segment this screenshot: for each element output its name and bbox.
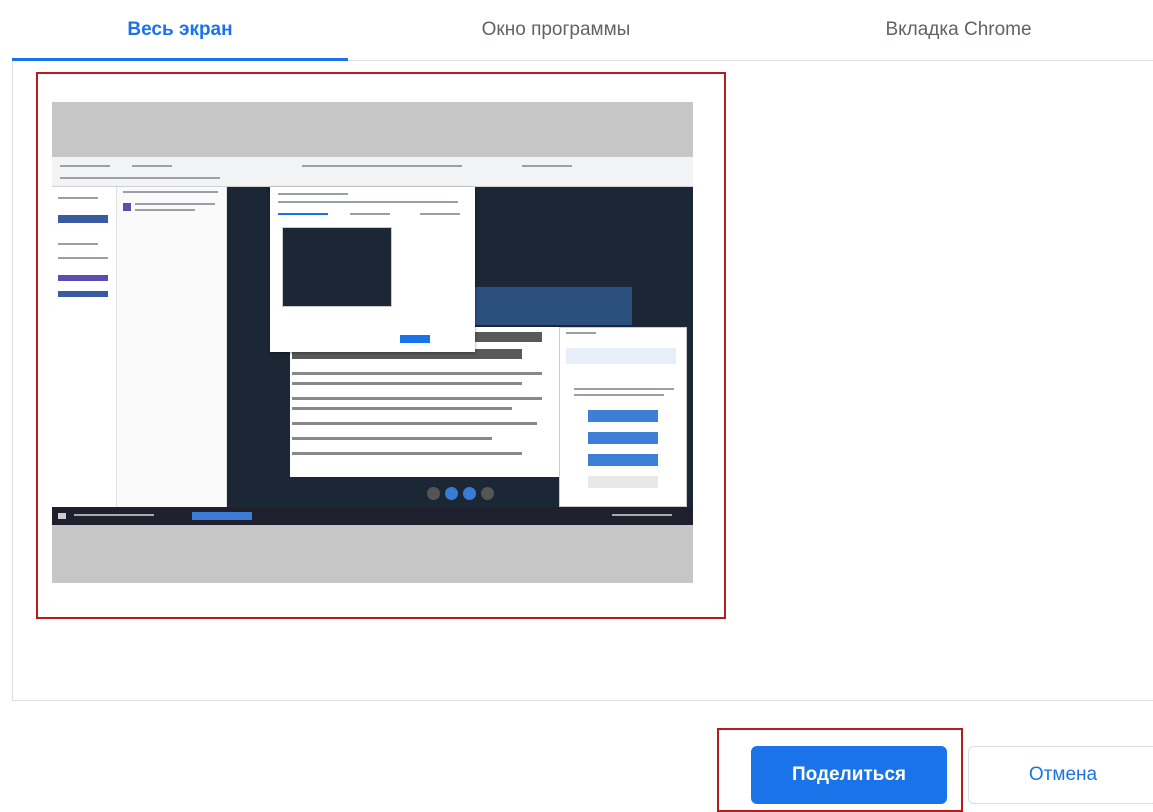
thumbnail-call-controls — [427, 487, 507, 501]
source-tabs: Весь экран Окно программы Вкладка Chrome — [0, 0, 1153, 62]
tab-chrome-tab[interactable]: Вкладка Chrome — [764, 0, 1153, 60]
thumbnail-browser-bar — [52, 157, 693, 187]
thumbnail-taskbar — [52, 507, 693, 525]
thumbnail-chat-list — [117, 187, 227, 507]
screen-thumbnail[interactable] — [52, 102, 693, 583]
screen-share-dialog: Весь экран Окно программы Вкладка Chrome — [0, 0, 1153, 812]
thumbnail-side-panel — [559, 327, 687, 507]
thumbnail-banner — [472, 287, 632, 325]
tab-application-window[interactable]: Окно программы — [348, 0, 764, 60]
thumbnail-sidebar — [52, 187, 117, 507]
share-button-highlight — [717, 728, 963, 812]
cancel-button[interactable]: Отмена — [968, 746, 1153, 804]
thumbnail-dialog — [270, 187, 475, 352]
thumbnail-desktop — [52, 157, 693, 525]
tab-entire-screen[interactable]: Весь экран — [12, 0, 348, 60]
